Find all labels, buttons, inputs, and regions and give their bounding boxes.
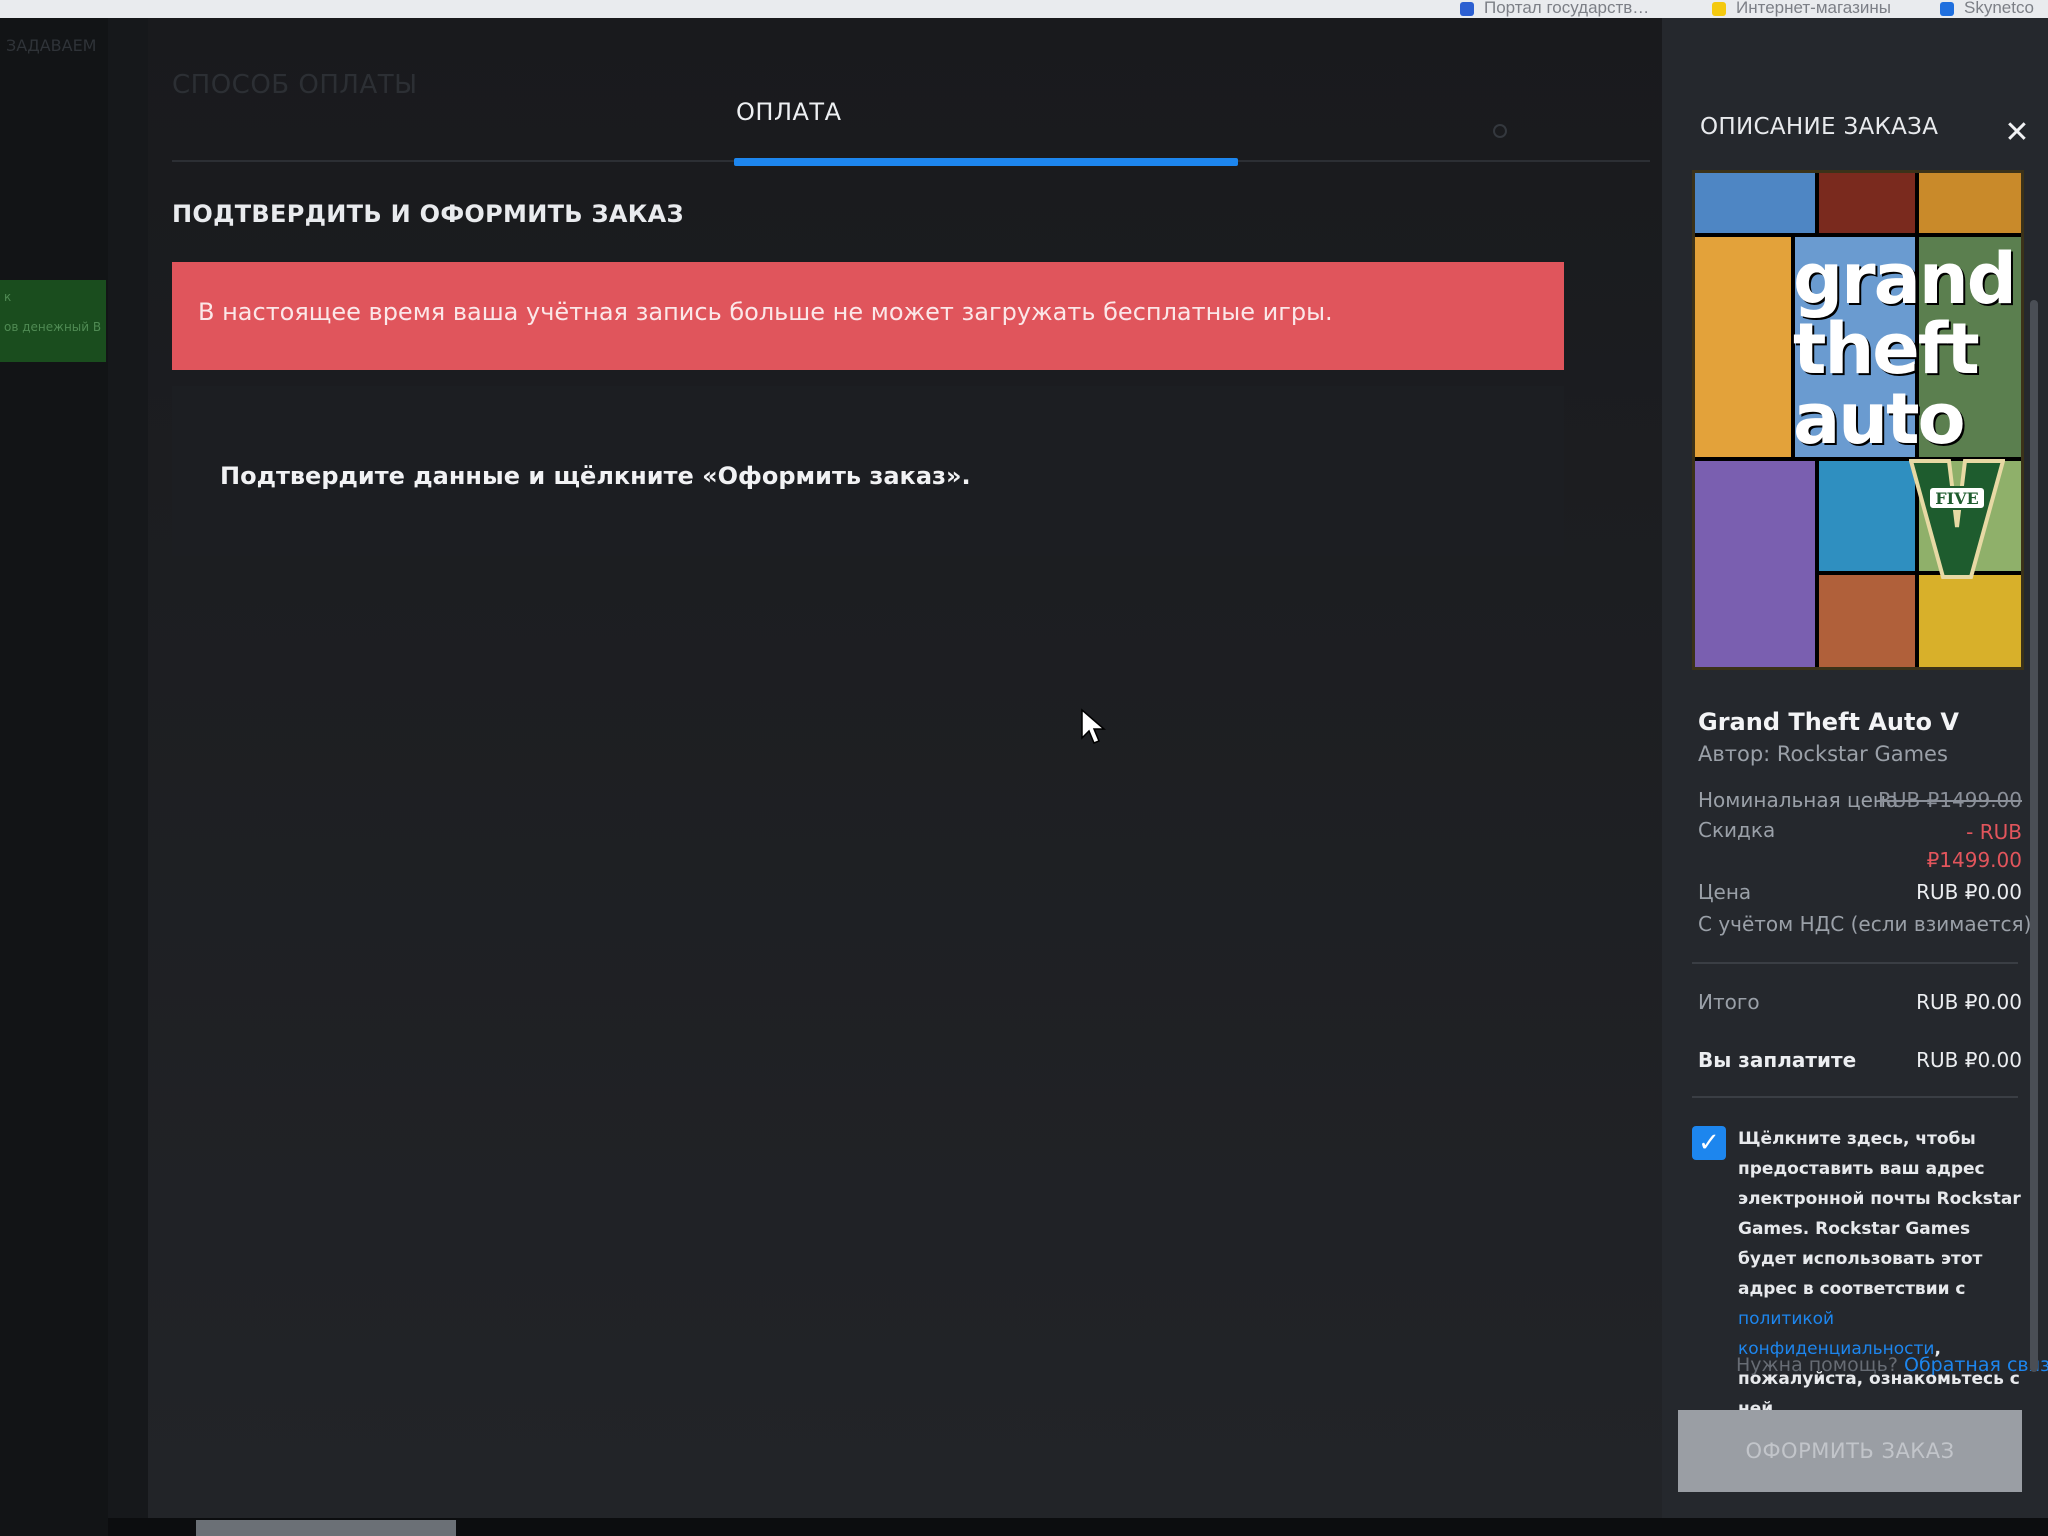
cover-panel — [1819, 173, 1915, 233]
divider — [1692, 1096, 2018, 1098]
mouse-cursor-icon — [1081, 708, 1107, 744]
pay-label: Вы заплатите — [1698, 1048, 1857, 1072]
game-cover-art: grand theft auto FIVE — [1692, 170, 2024, 670]
confirm-panel: Подтвердите данные и щёлкните «Оформить … — [172, 386, 1564, 556]
checkout-main: СПОСОБ ОПЛАТЫ ОПЛАТА ПОДТВЕРДИТЬ И ОФОРМ… — [148, 18, 1662, 1518]
divider — [1692, 962, 2018, 964]
nominal-price-label: Номинальная цена — [1698, 788, 1899, 812]
cover-panel — [1819, 575, 1915, 667]
cover-logo-line: theft — [1793, 308, 1980, 390]
background-app: ЗАДАВАЕМ к ов денежный В — [0, 18, 108, 1536]
email-consent-text: Щёлкните здесь, чтобы предоставить ваш а… — [1738, 1124, 2030, 1424]
step-progress-indicator — [734, 158, 1238, 166]
info-icon — [1493, 124, 1507, 138]
discount-value-amount: ₽1499.00 — [1926, 848, 2022, 872]
background-green-panel: к ов денежный В — [0, 280, 106, 362]
flag-icon — [1460, 1, 1474, 16]
bookmark-shops[interactable]: Интернет-магазины — [1712, 0, 1891, 18]
bookmark-skynet[interactable]: Skynetco — [1940, 0, 2034, 18]
game-title: Grand Theft Auto V — [1698, 708, 1959, 736]
horizontal-scrollbar[interactable] — [196, 1520, 456, 1536]
vat-note: С учётом НДС (если взимается) — [1698, 912, 2032, 936]
bookmarks-bar: Портал государств… Интернет-магазины Sky… — [0, 0, 2048, 18]
cover-panel — [1695, 237, 1791, 457]
help-text: Нужна помощь? — [1736, 1354, 1898, 1376]
background-green-text-1: к — [4, 290, 12, 304]
cover-panel — [1695, 173, 1815, 233]
game-author: Автор: Rockstar Games — [1698, 742, 1948, 766]
email-consent-checkbox[interactable]: ✓ — [1692, 1126, 1726, 1160]
close-icon[interactable]: ✕ — [2000, 116, 2034, 150]
cover-logo-line: auto — [1793, 378, 1966, 460]
background-green-text-2: ов денежный В — [4, 320, 102, 334]
total-value: RUB ₽0.00 — [1916, 990, 2022, 1014]
feedback-link[interactable]: Обратная связь — [1904, 1354, 2048, 1376]
consent-text-start: Щёлкните здесь, чтобы предоставить ваш а… — [1738, 1129, 2021, 1299]
order-summary-title: ОПИСАНИЕ ЗАКАЗА — [1700, 114, 1939, 140]
cover-logo-line: grand — [1793, 238, 2017, 320]
error-alert-text: В настоящее время ваша учётная запись бо… — [198, 298, 1333, 326]
discount-label: Скидка — [1698, 818, 1776, 842]
cover-panel — [1695, 461, 1815, 667]
bookmark-portal[interactable]: Портал государств… — [1460, 0, 1649, 18]
step-payment-method[interactable]: СПОСОБ ОПЛАТЫ — [172, 70, 418, 100]
page-title: ПОДТВЕРДИТЬ И ОФОРМИТЬ ЗАКАЗ — [172, 200, 684, 228]
confirm-instructions: Подтвердите данные и щёлкните «Оформить … — [220, 462, 971, 490]
price-value: RUB ₽0.00 — [1916, 880, 2022, 904]
help-line: Нужна помощь? Обратная связь — [1736, 1354, 2048, 1376]
order-summary-panel: ОПИСАНИЕ ЗАКАЗА ✕ grand theft auto FIVE … — [1662, 18, 2048, 1518]
place-order-button[interactable]: ОФОРМИТЬ ЗАКАЗ — [1678, 1410, 2022, 1492]
nominal-price-value: RUB ₽1499.00 — [1877, 788, 2022, 812]
folder-icon — [1712, 1, 1726, 16]
total-label: Итого — [1698, 990, 1760, 1014]
cover-panel — [1919, 173, 2021, 233]
price-label: Цена — [1698, 880, 1752, 904]
cover-panel — [1919, 575, 2021, 667]
error-alert: В настоящее время ваша учётная запись бо… — [172, 262, 1564, 370]
checkout-overlay: СПОСОБ ОПЛАТЫ ОПЛАТА ПОДТВЕРДИТЬ И ОФОРМ… — [108, 18, 2048, 1518]
privacy-policy-link[interactable]: политикой конфиденциальности — [1738, 1309, 1934, 1359]
sidebar-scrollbar[interactable] — [2030, 300, 2038, 1372]
bookmark-icon — [1940, 1, 1954, 16]
cover-logo-badge: FIVE — [1935, 489, 1978, 508]
background-label: ЗАДАВАЕМ — [6, 36, 97, 55]
gta-v-logo-icon: FIVE — [1909, 459, 2005, 579]
step-payment[interactable]: ОПЛАТА — [736, 98, 841, 126]
pay-value: RUB ₽0.00 — [1916, 1048, 2022, 1072]
discount-value: - RUB — [1966, 820, 2022, 844]
cover-panel — [1819, 461, 1915, 571]
